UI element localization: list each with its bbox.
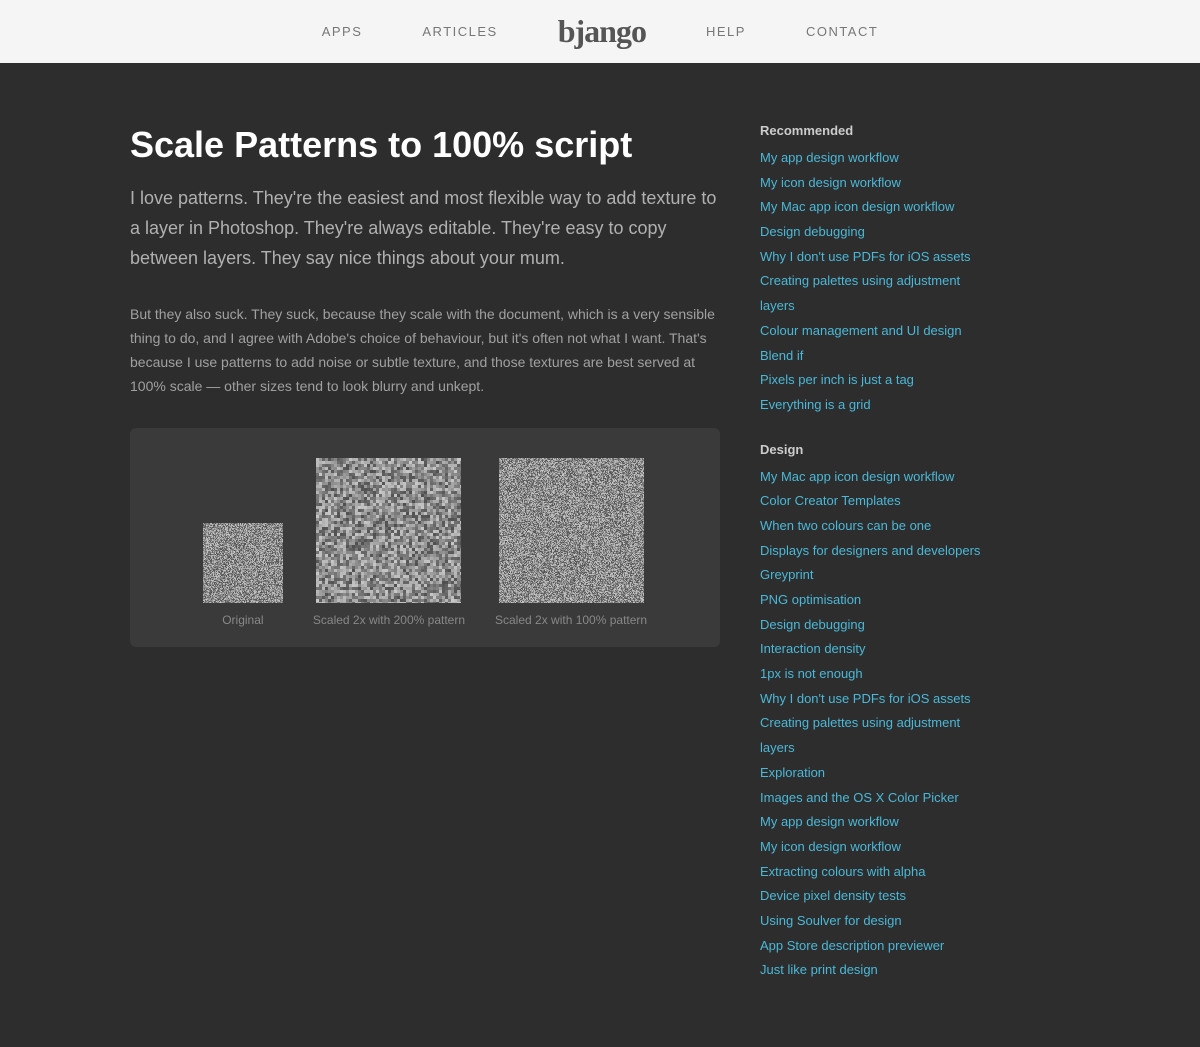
sidebar-link-0-7[interactable]: Blend if [760, 344, 990, 369]
original-label: Original [222, 613, 263, 627]
sidebar-link-1-14[interactable]: My icon design workflow [760, 835, 990, 860]
nav-apps[interactable]: APPS [322, 24, 363, 39]
nav-contact[interactable]: CONTACT [806, 24, 878, 39]
scaled-100-image-wrap: Scaled 2x with 100% pattern [495, 458, 647, 627]
scaled-100-canvas [499, 458, 644, 603]
sidebar: RecommendedMy app design workflowMy icon… [760, 123, 990, 1007]
sidebar-link-1-19[interactable]: Just like print design [760, 958, 990, 983]
scaled-200-label: Scaled 2x with 200% pattern [313, 613, 465, 627]
image-comparison-box: Original Scaled 2x with 200% pattern Sca… [130, 428, 720, 647]
sidebar-link-1-11[interactable]: Exploration [760, 761, 990, 786]
sidebar-link-0-5[interactable]: Creating palettes using adjustment layer… [760, 269, 990, 318]
sidebar-link-1-7[interactable]: Interaction density [760, 637, 990, 662]
sidebar-link-1-6[interactable]: Design debugging [760, 613, 990, 638]
sidebar-section-0: Recommended My app design workflowMy icon… [760, 123, 990, 418]
sidebar-link-1-9[interactable]: Why I don't use PDFs for iOS assets [760, 687, 990, 712]
sidebar-link-0-0[interactable]: My app design workflow [760, 146, 990, 171]
nav-articles[interactable]: ARTICLES [422, 24, 497, 39]
header: APPS ARTICLES bjango HELP CONTACT [0, 0, 1200, 63]
sidebar-link-1-13[interactable]: My app design workflow [760, 810, 990, 835]
content-area: Scale Patterns to 100% script I love pat… [130, 123, 720, 1007]
scaled-200-image-wrap: Scaled 2x with 200% pattern [313, 458, 465, 627]
original-image-wrap: Original [203, 523, 283, 627]
sidebar-link-0-9[interactable]: Everything is a grid [760, 393, 990, 418]
nav-help[interactable]: HELP [706, 24, 746, 39]
sidebar-link-1-10[interactable]: Creating palettes using adjustment layer… [760, 711, 990, 760]
sidebar-section-1: Design My Mac app icon design workflowCol… [760, 442, 990, 983]
scaled-100-label: Scaled 2x with 100% pattern [495, 613, 647, 627]
page-title: Scale Patterns to 100% script [130, 123, 720, 166]
sidebar-link-1-18[interactable]: App Store description previewer [760, 934, 990, 959]
sidebar-link-1-8[interactable]: 1px is not enough [760, 662, 990, 687]
sidebar-link-1-17[interactable]: Using Soulver for design [760, 909, 990, 934]
sidebar-link-1-16[interactable]: Device pixel density tests [760, 884, 990, 909]
sidebar-link-0-4[interactable]: Why I don't use PDFs for iOS assets [760, 245, 990, 270]
sidebar-heading-0: Recommended [760, 123, 990, 138]
sidebar-link-1-5[interactable]: PNG optimisation [760, 588, 990, 613]
sidebar-link-1-0[interactable]: My Mac app icon design workflow [760, 465, 990, 490]
scaled-200-canvas [316, 458, 461, 603]
intro-paragraph: I love patterns. They're the easiest and… [130, 184, 720, 273]
sidebar-link-0-2[interactable]: My Mac app icon design workflow [760, 195, 990, 220]
sidebar-link-1-4[interactable]: Greyprint [760, 563, 990, 588]
sidebar-link-0-6[interactable]: Colour management and UI design [760, 319, 990, 344]
sidebar-link-0-1[interactable]: My icon design workflow [760, 171, 990, 196]
sidebar-heading-1: Design [760, 442, 990, 457]
sidebar-link-0-8[interactable]: Pixels per inch is just a tag [760, 368, 990, 393]
sidebar-link-1-15[interactable]: Extracting colours with alpha [760, 860, 990, 885]
sidebar-link-0-3[interactable]: Design debugging [760, 220, 990, 245]
nav: APPS ARTICLES bjango HELP CONTACT [322, 13, 879, 50]
sidebar-link-1-1[interactable]: Color Creator Templates [760, 489, 990, 514]
logo[interactable]: bjango [558, 13, 646, 50]
sidebar-link-1-12[interactable]: Images and the OS X Color Picker [760, 786, 990, 811]
original-canvas [203, 523, 283, 603]
main-container: Scale Patterns to 100% script I love pat… [50, 63, 1150, 1047]
body-paragraph: But they also suck. They suck, because t… [130, 303, 720, 398]
sidebar-link-1-3[interactable]: Displays for designers and developers [760, 539, 990, 564]
sidebar-link-1-2[interactable]: When two colours can be one [760, 514, 990, 539]
